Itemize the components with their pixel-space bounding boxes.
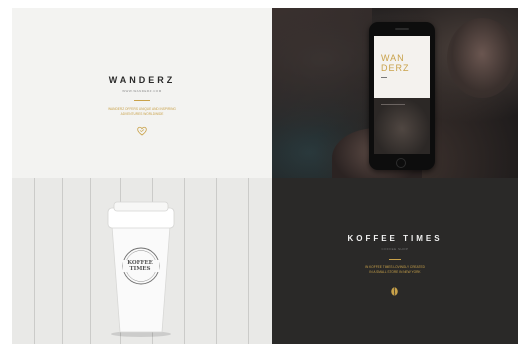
wood-plank-line xyxy=(248,178,249,344)
phone-screen: WAN DERZ xyxy=(374,36,430,154)
heart-icon xyxy=(137,126,147,136)
phone-home-button xyxy=(396,158,406,168)
phone-screen-title-line-1: WAN xyxy=(381,53,405,63)
cup-label-line-2: TIMES xyxy=(129,266,151,272)
wood-plank-line xyxy=(216,178,217,344)
koffee-times-logo-text: KOFFEE TIMES xyxy=(347,234,443,243)
wood-plank-line xyxy=(90,178,91,344)
phone-screen-line xyxy=(381,104,405,105)
koffee-times-divider xyxy=(389,259,401,260)
coffee-cup-tile[interactable]: KOFFEE TIMES xyxy=(12,178,272,344)
coffee-bean-icon xyxy=(391,287,398,296)
wanderz-description-line-2: ADVENTURES WORLDWIDE xyxy=(120,111,164,116)
phone-screen-photo xyxy=(374,98,430,154)
smartphone-mockup: WAN DERZ xyxy=(369,22,435,170)
wanderz-subtitle: WWW.WANDERZ.COM xyxy=(122,89,162,93)
wood-plank-line xyxy=(34,178,35,344)
koffee-times-description: IN KOFFEE TIMES LOVINGLY CREATED IN A SM… xyxy=(342,265,448,274)
phone-screen-title-line-2: DERZ xyxy=(381,63,410,73)
wanderz-tile[interactable]: WANDERZ WWW.WANDERZ.COM WANDERZ OFFERS U… xyxy=(12,8,272,178)
wood-plank-line xyxy=(184,178,185,344)
phone-screen-title: WAN DERZ xyxy=(381,53,410,73)
wood-plank-line xyxy=(62,178,63,344)
wanderz-logo-text: WANDERZ xyxy=(108,75,176,85)
koffee-times-tile[interactable]: KOFFEE TIMES COFFEE SHOP IN KOFFEE TIMES… xyxy=(272,178,518,344)
portfolio-grid: WANDERZ WWW.WANDERZ.COM WANDERZ OFFERS U… xyxy=(0,0,518,344)
phone-mockup-tile[interactable]: WAN DERZ xyxy=(272,8,518,178)
phone-screen-divider xyxy=(381,77,387,78)
wanderz-description: WANDERZ OFFERS UNIQUE AND INSPIRING ADVE… xyxy=(82,107,202,116)
koffee-times-subtitle: COFFEE SHOP xyxy=(381,247,409,251)
koffee-times-description-line-2: IN A SMALL STORE IN NEW YORK xyxy=(369,269,421,274)
phone-speaker xyxy=(395,28,409,30)
background-face xyxy=(447,18,517,98)
wanderz-divider xyxy=(134,100,150,101)
cup-label: KOFFEE TIMES xyxy=(120,260,160,272)
